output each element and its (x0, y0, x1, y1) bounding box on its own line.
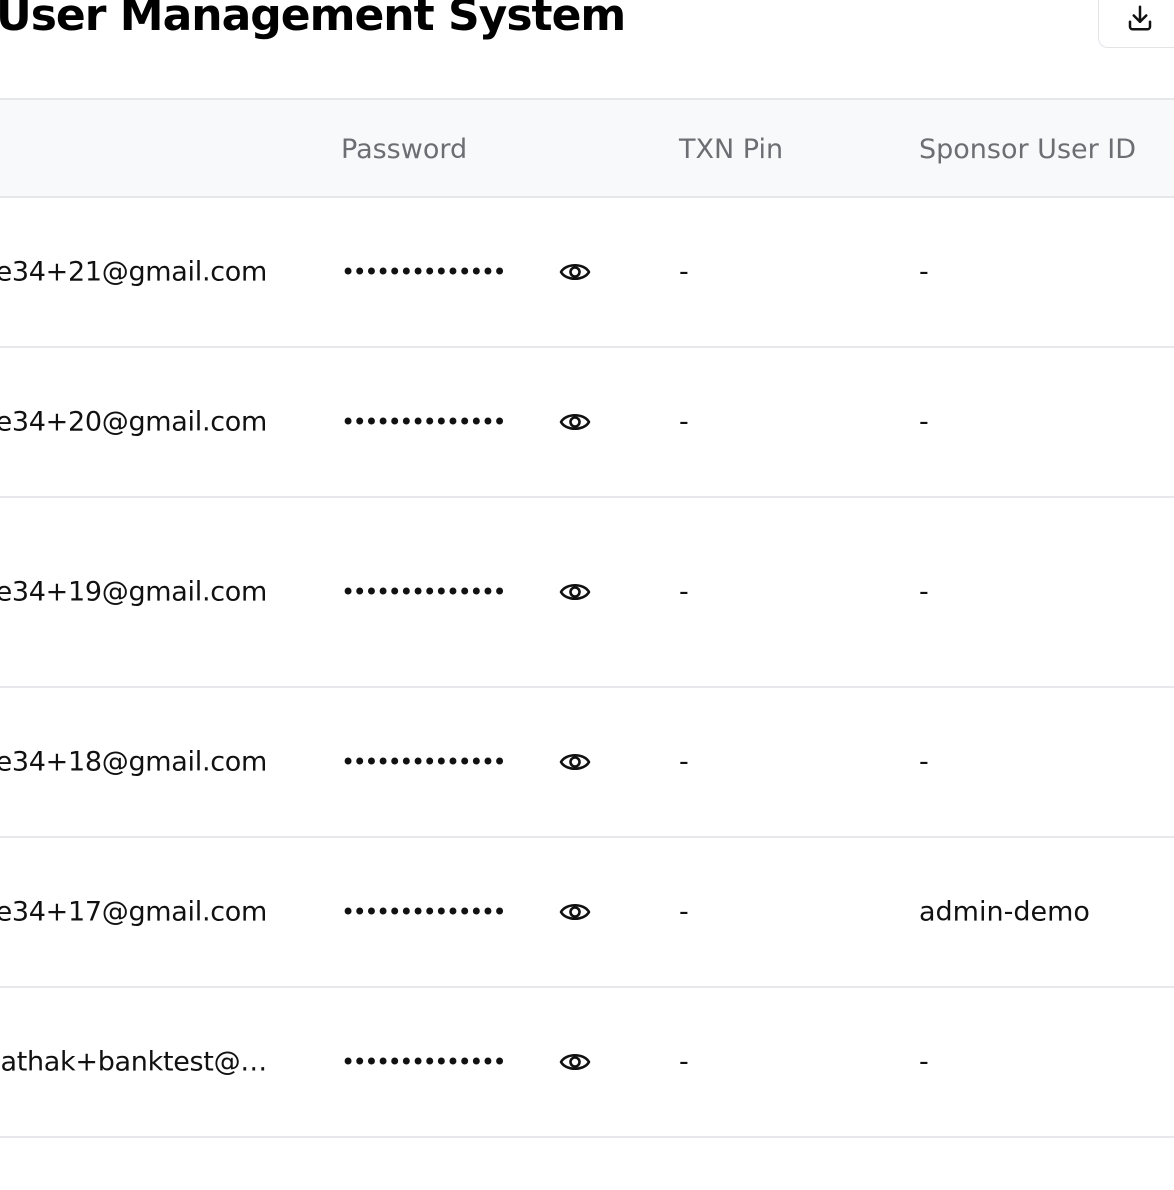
password-mask: •••••••••••••• (341, 1048, 507, 1076)
table-row[interactable]: ge34+18@gmail.com •••••••••••••• - - (0, 688, 1174, 838)
eye-icon[interactable] (558, 259, 592, 285)
txn-pin-cell: - (679, 1046, 689, 1078)
email-cell: ge34+17@gmail.com (0, 896, 267, 928)
password-mask: •••••••••••••• (341, 408, 507, 436)
eye-icon[interactable] (558, 409, 592, 435)
sponsor-user-id-cell: - (919, 576, 929, 608)
export-button[interactable] (1098, 0, 1174, 48)
table-row[interactable]: ge34+17@gmail.com •••••••••••••• - admin… (0, 838, 1174, 988)
download-icon (1128, 5, 1152, 31)
password-mask: •••••••••••••• (341, 748, 507, 776)
email-cell: ge34+21@gmail.com (0, 256, 267, 288)
table-row[interactable]: npathak+banktest@… •••••••••••••• - - (0, 988, 1174, 1138)
eye-icon[interactable] (558, 899, 592, 925)
eye-icon[interactable] (558, 749, 592, 775)
email-cell: ge34+18@gmail.com (0, 746, 267, 778)
txn-pin-cell: - (679, 746, 689, 778)
page-title: User Management System (0, 0, 626, 41)
eye-icon[interactable] (558, 1049, 592, 1075)
table-header: Password TXN Pin Sponsor User ID (0, 100, 1174, 198)
txn-pin-cell: - (679, 256, 689, 288)
table-row[interactable]: ge34+19@gmail.com •••••••••••••• - - (0, 498, 1174, 688)
page: User Management System Password TXN Pin … (0, 0, 1174, 1190)
txn-pin-cell: - (679, 576, 689, 608)
sponsor-user-id-cell: - (919, 256, 929, 288)
email-cell: npathak+banktest@… (0, 1046, 267, 1078)
email-cell: ge34+19@gmail.com (0, 576, 267, 608)
eye-icon[interactable] (558, 579, 592, 605)
sponsor-user-id-cell: admin-demo (919, 896, 1090, 928)
email-cell: ge34+20@gmail.com (0, 406, 267, 438)
password-mask: •••••••••••••• (341, 578, 507, 606)
txn-pin-cell: - (679, 896, 689, 928)
column-header-sponsor-user-id[interactable]: Sponsor User ID (919, 100, 1136, 196)
password-mask: •••••••••••••• (341, 258, 507, 286)
sponsor-user-id-cell: - (919, 1046, 929, 1078)
table-row[interactable]: ge34+20@gmail.com •••••••••••••• - - (0, 348, 1174, 498)
column-header-txn-pin[interactable]: TXN Pin (679, 100, 783, 196)
txn-pin-cell: - (679, 406, 689, 438)
column-header-password[interactable]: Password (341, 100, 467, 196)
password-mask: •••••••••••••• (341, 898, 507, 926)
table-row[interactable]: ge34+21@gmail.com •••••••••••••• - - (0, 198, 1174, 348)
sponsor-user-id-cell: - (919, 746, 929, 778)
users-table: Password TXN Pin Sponsor User ID ge34+21… (0, 98, 1174, 1138)
sponsor-user-id-cell: - (919, 406, 929, 438)
